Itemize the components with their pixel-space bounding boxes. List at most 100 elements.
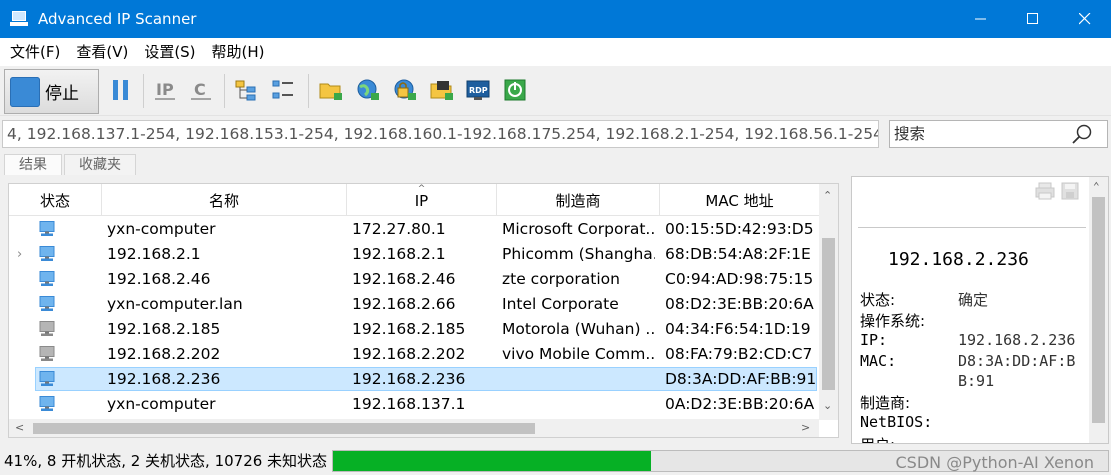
table-row[interactable]: yxn-computer 172.27.80.1 Microsoft Corpora… — [9, 217, 819, 242]
title-bar[interactable]: Advanced IP Scanner — [0, 0, 1111, 38]
cell-name: 192.168.2.202 — [107, 345, 221, 363]
watermark-text: CSDN @Python-AI Xenon — [895, 453, 1095, 472]
table-row[interactable]: 192.168.2.202 192.168.2.202 vivo Mobile Co… — [9, 342, 819, 367]
menu-settings[interactable]: 设置(S) — [136, 38, 203, 66]
vertical-scrollbar[interactable]: ⌃ ⌄ — [819, 184, 838, 420]
details-panel: 192.168.2.236 状态: 确定 操作系统: IP: 192.168.2… — [851, 176, 1109, 444]
menu-bar: 文件(F) 查看(V) 设置(S) 帮助(H) — [0, 38, 1111, 66]
minimize-button[interactable] — [955, 0, 1007, 38]
save-icon[interactable] — [1060, 181, 1080, 201]
cell-ip: 192.168.2.185 — [352, 320, 466, 338]
scroll-right-icon[interactable]: > — [801, 422, 810, 434]
cell-manufacturer — [502, 392, 655, 417]
toolbar: 停止 IP C RDP — [0, 66, 1111, 116]
ftp-button[interactable] — [392, 77, 418, 103]
scan-progress-bar: CSDN @Python-AI Xenon — [332, 450, 1109, 472]
cell-manufacturer: Intel Corporate — [502, 295, 619, 313]
scan-range-input[interactable]: 4, 192.168.137.1-254, 192.168.153.1-254,… — [2, 120, 879, 148]
results-tabs: 结果 收藏夹 — [4, 154, 138, 176]
folder-icon — [319, 83, 342, 100]
column-ip-label: IP — [414, 192, 429, 210]
table-row[interactable]: › 192.168.2.1 192.168.2.1 Phicomm (Shangha.… — [9, 242, 819, 267]
svg-text:IP: IP — [156, 80, 174, 99]
cell-ip: 192.168.137.1 — [352, 395, 466, 413]
stop-icon — [10, 76, 40, 107]
cell-mac: 68:DB:54:A8:2F:1E — [665, 245, 811, 263]
cell-ip: 192.168.2.236 — [352, 370, 466, 388]
row-expand-icon[interactable]: › — [17, 242, 22, 267]
details-scroll-up-icon[interactable]: ⌃ — [1093, 181, 1100, 193]
horizontal-scroll-thumb[interactable] — [33, 423, 535, 434]
cell-mac: D8:3A:DD:AF:BB:91 — [665, 370, 817, 388]
details-scrollbar[interactable]: ⌃ — [1089, 177, 1108, 443]
search-input[interactable] — [890, 121, 1070, 147]
search-icon[interactable] — [1071, 124, 1093, 146]
host-online-icon — [39, 371, 55, 386]
menu-view[interactable]: 查看(V) — [68, 38, 136, 66]
cell-manufacturer: vivo Mobile Comm... — [502, 345, 655, 363]
table-row[interactable]: 192.168.2.185 192.168.2.185 Motorola (Wuha… — [9, 317, 819, 342]
cell-ip: 192.168.2.1 — [352, 245, 446, 263]
column-name[interactable]: 名称 — [102, 184, 347, 216]
cell-ip: 192.168.2.46 — [352, 270, 456, 288]
collapse-all-button[interactable] — [270, 77, 296, 103]
details-scroll-thumb[interactable] — [1092, 197, 1105, 423]
search-box[interactable] — [889, 120, 1108, 148]
scan-progress-fill — [333, 451, 651, 471]
cell-mac: 08:FA:79:B2:CD:C7 — [665, 345, 813, 363]
telnet-button[interactable] — [429, 77, 455, 103]
cell-name: 192.168.2.46 — [107, 270, 211, 288]
host-online-icon — [39, 271, 55, 286]
power-icon — [504, 79, 526, 101]
detail-manufacturer-label: 制造商: — [860, 394, 911, 412]
cell-manufacturer: Microsoft Corporat... — [502, 220, 655, 238]
ip-class-button[interactable]: IP — [152, 77, 178, 103]
power-button[interactable] — [503, 77, 529, 103]
scroll-down-icon[interactable]: ⌄ — [823, 400, 832, 412]
cell-manufacturer: zte corporation — [502, 270, 620, 288]
scroll-up-icon[interactable]: ⌃ — [823, 190, 832, 202]
app-network-icon — [10, 10, 30, 28]
column-status[interactable]: 状态 — [9, 184, 102, 216]
detail-ip-value: 192.168.2.236 — [958, 331, 1076, 349]
cell-name: 192.168.2.185 — [107, 320, 221, 338]
detail-os-label: 操作系统: — [860, 312, 926, 330]
scroll-left-icon[interactable]: < — [15, 422, 24, 434]
rdp-button[interactable]: RDP — [466, 77, 492, 103]
column-mac[interactable]: MAC 地址 — [660, 184, 819, 216]
maximize-icon — [1027, 13, 1038, 24]
column-manufacturer[interactable]: 制造商 — [497, 184, 660, 216]
host-online-icon — [39, 246, 55, 261]
svg-text:C: C — [194, 80, 206, 99]
host-online-icon — [39, 396, 55, 411]
tab-results[interactable]: 结果 — [4, 154, 62, 175]
subnet-c-button[interactable]: C — [188, 77, 214, 103]
close-button[interactable] — [1059, 0, 1111, 38]
sort-ascending-icon: ^ — [417, 184, 426, 194]
stop-label: 停止 — [45, 84, 79, 104]
print-icon[interactable] — [1034, 181, 1056, 201]
host-offline-icon — [39, 346, 55, 361]
ip-class-icon: IP — [155, 80, 175, 100]
vertical-scroll-thumb[interactable] — [822, 238, 835, 390]
table-row[interactable]: 192.168.2.236 192.168.2.236 D8:3A:DD:AF:BB… — [9, 367, 819, 392]
cell-mac: 04:34:F6:54:1D:19 — [665, 320, 811, 338]
column-ip[interactable]: ^ IP — [347, 184, 497, 216]
table-row[interactable]: yxn-computer 192.168.137.1 0A:D2:3E:BB:20:… — [9, 392, 819, 417]
http-button[interactable] — [355, 77, 381, 103]
table-row[interactable]: 192.168.2.46 192.168.2.46 zte corporation C… — [9, 267, 819, 292]
cell-name: yxn-computer.lan — [107, 295, 243, 313]
cell-name: 192.168.2.236 — [107, 370, 221, 388]
horizontal-scrollbar[interactable]: < > — [9, 419, 819, 437]
terminal-folder-icon — [430, 81, 453, 100]
detail-status-value: 确定 — [958, 291, 989, 309]
pause-button[interactable] — [108, 77, 134, 103]
stop-button[interactable]: 停止 — [4, 69, 99, 114]
menu-file[interactable]: 文件(F) — [2, 38, 68, 66]
expand-all-button[interactable] — [233, 77, 259, 103]
maximize-button[interactable] — [1007, 0, 1059, 38]
menu-help[interactable]: 帮助(H) — [204, 38, 273, 66]
tab-favorites[interactable]: 收藏夹 — [64, 154, 136, 175]
table-row[interactable]: yxn-computer.lan 192.168.2.66 Intel Corpor… — [9, 292, 819, 317]
shared-folders-button[interactable] — [318, 77, 344, 103]
